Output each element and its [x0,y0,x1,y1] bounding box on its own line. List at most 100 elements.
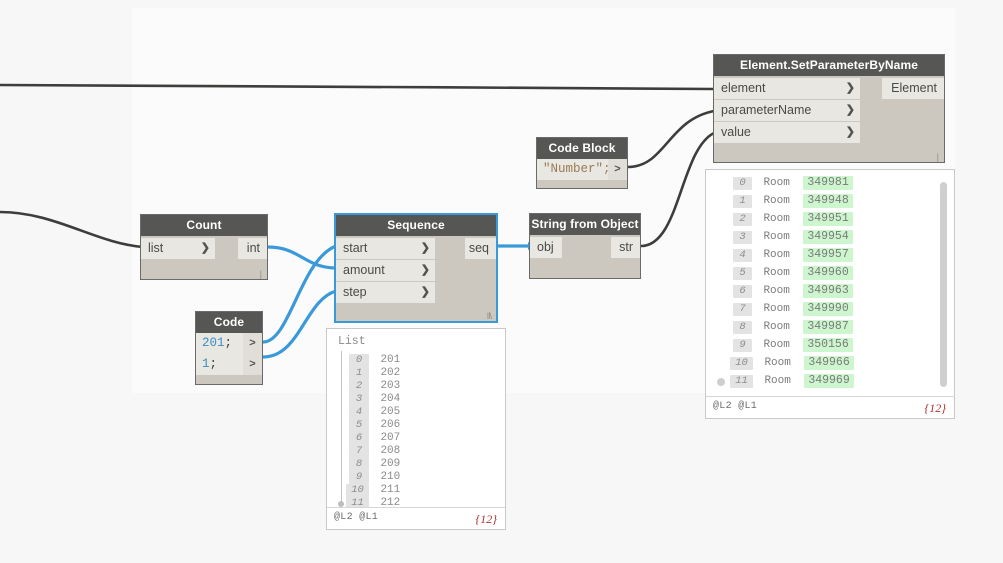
output-port-int[interactable]: int [238,238,267,259]
node-element-setparameterbyname[interactable]: Element.SetParameterByName element ❯ par… [713,54,945,163]
preview-panel-sequence[interactable]: List 0 201 1 202 2 203 3 204 4 205 5 206… [326,328,506,530]
port-label: obj [537,240,554,254]
table-row[interactable]: 3 Room 349954 [733,228,853,244]
input-port-amount[interactable]: amount ❯ [336,260,435,281]
list-item[interactable]: 9 210 [349,468,400,484]
footer-levels: @L2 @L1 [713,401,758,412]
row-value: 349966 [804,356,854,370]
table-row[interactable]: 6 Room 349963 [733,282,853,298]
row-value: 349951 [803,212,853,226]
output-symbol: > [614,163,621,175]
preview-scroll-area[interactable]: List 0 201 1 202 2 203 3 204 4 205 5 206… [327,329,505,509]
resize-grip-icon[interactable]: ‖\ [487,311,492,321]
node-code-block-sequence[interactable]: Code Block 201; > 1; > [195,311,263,385]
output-port-0[interactable]: > [608,159,627,180]
preview-panel-setparameter[interactable]: 0 Room 349981 1 Room 349948 2 Room 34995… [705,169,955,419]
input-port-parametername[interactable]: parameterName ❯ [714,100,860,121]
row-value: 349990 [803,302,853,316]
input-port-element[interactable]: element ❯ [714,78,860,99]
row-label: Room [763,231,790,243]
node-sequence[interactable]: Sequence start ❯ amount ❯ step ❯ seq ‖\ [334,213,498,323]
resize-grip-icon[interactable]: | [937,152,940,162]
chevron-right-icon: ❯ [420,242,430,254]
table-row[interactable]: 10 Room 349966 [730,354,854,370]
code-line-0[interactable]: "Number"; [537,159,611,180]
output-port-element[interactable]: Element [882,78,944,99]
port-label: int [246,241,260,255]
row-index: 2 [733,213,752,226]
table-row[interactable]: 5 Room 349960 [733,264,853,280]
input-port-obj[interactable]: obj [530,237,562,258]
code-punct: ; [224,336,233,350]
row-value: 349981 [803,176,853,190]
list-item[interactable]: 5 206 [349,416,400,432]
port-label: value [721,125,751,139]
table-row[interactable]: 4 Room 349957 [733,246,853,262]
row-index: 7 [733,303,752,316]
vertical-scrollbar[interactable] [940,182,947,387]
chevron-right-icon: ❯ [420,286,430,298]
row-value: 349987 [803,320,853,334]
table-row[interactable]: 2 Room 349951 [733,210,853,226]
list-item[interactable]: 6 207 [349,429,400,445]
chevron-right-icon: ❯ [420,264,430,276]
table-row[interactable]: 0 Room 349981 [733,174,853,190]
input-port-start[interactable]: start ❯ [336,238,435,259]
port-label: start [343,241,368,255]
resize-grip-icon[interactable]: | [260,269,263,279]
list-item[interactable]: 4 205 [349,403,400,419]
port-label: parameterName [721,103,812,117]
output-port-1[interactable]: > [243,354,262,375]
node-string-from-object[interactable]: String from Object obj str [529,213,641,279]
table-row[interactable]: 1 Room 349948 [733,192,853,208]
list-item[interactable]: 8 209 [349,455,400,471]
table-row[interactable]: 11 Room 349969 [730,372,854,388]
input-port-value[interactable]: value ❯ [714,122,860,143]
node-count[interactable]: Count list ❯ int | [140,214,268,280]
row-label: Room [763,321,790,333]
row-label: Room [763,195,790,207]
table-row[interactable]: 8 Room 349987 [733,318,853,334]
row-index: 10 [730,357,753,370]
port-label: element [721,81,766,95]
output-port-str[interactable]: str [611,237,640,258]
output-port-0[interactable]: > [243,333,262,354]
list-item[interactable]: 3 204 [349,390,400,406]
row-index: 6 [733,285,752,298]
port-label: step [343,285,367,299]
port-label: str [619,240,633,254]
output-port-seq[interactable]: seq [465,238,496,259]
row-index: 5 [733,267,752,280]
table-row[interactable]: 7 Room 349990 [733,300,853,316]
list-item[interactable]: 11 212 [346,494,400,509]
list-item[interactable]: 7 208 [349,442,400,458]
row-value: 349948 [803,194,853,208]
tree-connector [341,351,342,504]
output-symbol: > [249,337,256,349]
code-line-1[interactable]: 1; [196,354,243,375]
chevron-right-icon: ❯ [845,104,855,116]
row-label: Room [763,303,790,315]
list-item[interactable]: 2 203 [349,377,400,393]
input-port-step[interactable]: step ❯ [336,282,435,303]
node-code-block-number[interactable]: Code Block "Number"; > [536,137,628,189]
preview-scroll-area[interactable]: 0 Room 349981 1 Room 349948 2 Room 34995… [706,170,954,398]
row-label: Room [763,177,790,189]
port-label: amount [343,263,385,277]
node-title: Count [141,215,267,236]
preview-footer: @L2 @L1 {12} [706,396,954,418]
node-title: Element.SetParameterByName [714,55,944,76]
list-item[interactable]: 1 202 [349,364,400,380]
list-item[interactable]: 10 211 [346,481,400,497]
code-line-0[interactable]: 201; [196,333,243,354]
row-label: Room [763,285,790,297]
row-index: 9 [733,339,752,352]
row-value: 350156 [803,338,853,352]
preview-title: List [338,335,366,348]
table-row[interactable]: 9 Room 350156 [733,336,853,352]
input-port-list[interactable]: list ❯ [141,238,215,259]
list-item[interactable]: 0 201 [349,351,400,367]
dynamo-canvas[interactable]: Element.SetParameterByName element ❯ par… [0,0,1003,563]
node-title: Code Block [537,138,627,159]
row-index: 1 [733,195,752,208]
